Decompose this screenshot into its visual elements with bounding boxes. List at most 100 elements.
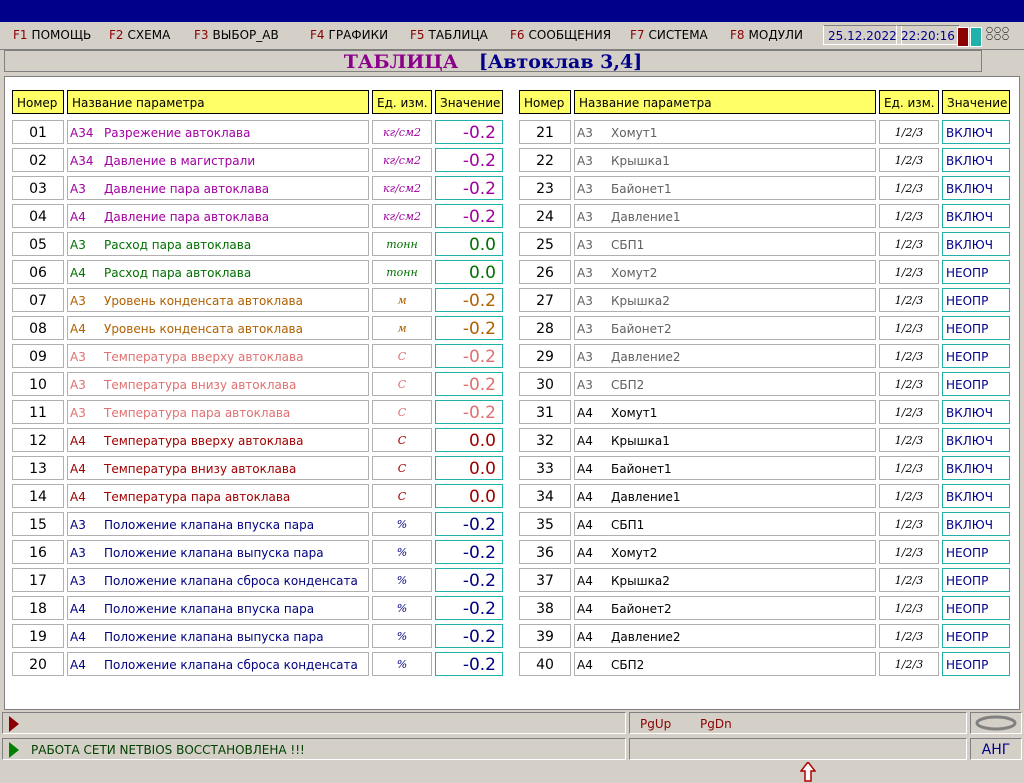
parameter-name-cell[interactable]: А4 Температура пара автоклава — [67, 484, 369, 508]
parameter-state[interactable]: НЕОПР — [942, 288, 1010, 312]
parameter-state[interactable]: ВКЛЮЧ — [942, 428, 1010, 452]
keyboard-layout-indicator[interactable]: АНГ — [970, 738, 1022, 760]
menu-item-f3[interactable]: F3 ВЫБОР_АВ — [194, 28, 279, 42]
parameter-unit: тонн — [372, 232, 432, 256]
parameter-unit: % — [372, 540, 432, 564]
parameter-name-cell[interactable]: А3 Байонет1 — [574, 176, 876, 200]
parameter-name-cell[interactable]: А3 Уровень конденсата автоклава — [67, 288, 369, 312]
parameter-value[interactable]: -0.2 — [435, 540, 503, 564]
parameter-state[interactable]: ВКЛЮЧ — [942, 120, 1010, 144]
parameter-name-cell[interactable]: А4 Хомут2 — [574, 540, 876, 564]
parameter-value[interactable]: -0.2 — [435, 596, 503, 620]
menu-item-f5[interactable]: F5 ТАБЛИЦА — [410, 28, 488, 42]
parameter-name-cell[interactable]: А3 Хомут2 — [574, 260, 876, 284]
parameter-name-cell[interactable]: А4 Температура внизу автоклава — [67, 456, 369, 480]
parameter-name-cell[interactable]: А4 Крышка2 — [574, 568, 876, 592]
parameter-state[interactable]: НЕОПР — [942, 372, 1010, 396]
parameter-value[interactable]: -0.2 — [435, 316, 503, 340]
parameter-state[interactable]: ВКЛЮЧ — [942, 512, 1010, 536]
menu-item-f2[interactable]: F2 СХЕМА — [109, 28, 170, 42]
parameter-name-cell[interactable]: А34 Разрежение автоклава — [67, 120, 369, 144]
parameter-state[interactable]: ВКЛЮЧ — [942, 400, 1010, 424]
parameter-name-cell[interactable]: А3 Байонет2 — [574, 316, 876, 340]
parameter-state[interactable]: ВКЛЮЧ — [942, 484, 1010, 508]
parameter-state[interactable]: НЕОПР — [942, 316, 1010, 340]
parameter-state[interactable]: ВКЛЮЧ — [942, 176, 1010, 200]
parameter-state[interactable]: НЕОПР — [942, 568, 1010, 592]
parameter-state[interactable]: НЕОПР — [942, 596, 1010, 620]
menu-item-f4[interactable]: F4 ГРАФИКИ — [310, 28, 388, 42]
row-number: 25 — [519, 232, 571, 256]
parameter-value[interactable]: -0.2 — [435, 120, 503, 144]
parameter-name-cell[interactable]: А4 Давление1 — [574, 484, 876, 508]
parameter-value[interactable]: -0.2 — [435, 568, 503, 592]
parameter-name-cell[interactable]: А3 СБП2 — [574, 372, 876, 396]
parameter-state[interactable]: ВКЛЮЧ — [942, 232, 1010, 256]
parameter-name: СБП1 — [611, 238, 645, 252]
parameter-value[interactable]: 0.0 — [435, 428, 503, 452]
parameter-name-cell[interactable]: А4 Байонет1 — [574, 456, 876, 480]
parameter-name-cell[interactable]: А3 Положение клапана впуска пара — [67, 512, 369, 536]
network-status-dots-icon[interactable]: ○○○ ○○○ — [986, 26, 1016, 48]
parameter-name-cell[interactable]: А4 Байонет2 — [574, 596, 876, 620]
parameter-name-cell[interactable]: А4 СБП2 — [574, 652, 876, 676]
parameter-value[interactable]: 0.0 — [435, 260, 503, 284]
parameter-name-cell[interactable]: А3 Давление1 — [574, 204, 876, 228]
page-up-button[interactable]: PgUp — [640, 713, 671, 735]
parameter-name-cell[interactable]: А4 Хомут1 — [574, 400, 876, 424]
parameter-state[interactable]: НЕОПР — [942, 540, 1010, 564]
parameter-name-cell[interactable]: А4 Положение клапана выпуска пара — [67, 624, 369, 648]
row-number: 07 — [12, 288, 64, 312]
parameter-value[interactable]: 0.0 — [435, 484, 503, 508]
page-down-button[interactable]: PgDn — [700, 713, 732, 735]
parameter-value[interactable]: -0.2 — [435, 288, 503, 312]
parameter-state[interactable]: НЕОПР — [942, 652, 1010, 676]
menu-item-f7[interactable]: F7 СИСТЕМА — [630, 28, 708, 42]
parameter-name-cell[interactable]: А4 СБП1 — [574, 512, 876, 536]
parameter-name-cell[interactable]: А3 Давление2 — [574, 344, 876, 368]
parameter-name-cell[interactable]: А4 Давление пара автоклава — [67, 204, 369, 228]
parameter-name-cell[interactable]: А4 Положение клапана сброса конденсата — [67, 652, 369, 676]
parameter-value[interactable]: -0.2 — [435, 512, 503, 536]
menu-item-f6[interactable]: F6 СООБЩЕНИЯ — [510, 28, 611, 42]
parameter-name-cell[interactable]: А3 Положение клапана выпуска пара — [67, 540, 369, 564]
parameter-name-cell[interactable]: А4 Уровень конденсата автоклава — [67, 316, 369, 340]
parameter-state[interactable]: ВКЛЮЧ — [942, 456, 1010, 480]
parameter-name-cell[interactable]: А3 Хомут1 — [574, 120, 876, 144]
parameter-name-cell[interactable]: А3 Крышка2 — [574, 288, 876, 312]
parameter-name-cell[interactable]: А3 Крышка1 — [574, 148, 876, 172]
parameter-name-cell[interactable]: А4 Давление2 — [574, 624, 876, 648]
parameter-value[interactable]: -0.2 — [435, 176, 503, 200]
parameter-name-cell[interactable]: А3 СБП1 — [574, 232, 876, 256]
parameter-name-cell[interactable]: А34 Давление в магистрали — [67, 148, 369, 172]
column-header-number: Номер — [12, 90, 64, 114]
parameter-state[interactable]: ВКЛЮЧ — [942, 204, 1010, 228]
menu-item-f1[interactable]: F1 ПОМОЩЬ — [13, 28, 91, 42]
parameter-name-cell[interactable]: А3 Положение клапана сброса конденсата — [67, 568, 369, 592]
parameter-state[interactable]: НЕОПР — [942, 344, 1010, 368]
status-bar-navigation: PgUp PgDn — [0, 712, 1024, 736]
parameter-value[interactable]: -0.2 — [435, 624, 503, 648]
parameter-name-cell[interactable]: А3 Температура пара автоклава — [67, 400, 369, 424]
parameter-name-cell[interactable]: А4 Температура вверху автоклава — [67, 428, 369, 452]
parameter-name-cell[interactable]: А4 Расход пара автоклава — [67, 260, 369, 284]
menu-item-f8[interactable]: F8 МОДУЛИ — [730, 28, 803, 42]
parameter-value[interactable]: -0.2 — [435, 148, 503, 172]
parameter-name-cell[interactable]: А3 Давление пара автоклава — [67, 176, 369, 200]
parameter-value[interactable]: -0.2 — [435, 344, 503, 368]
parameter-value[interactable]: 0.0 — [435, 456, 503, 480]
parameter-group: А3 — [70, 238, 86, 252]
parameter-name-cell[interactable]: А4 Крышка1 — [574, 428, 876, 452]
parameter-state[interactable]: НЕОПР — [942, 260, 1010, 284]
parameter-state[interactable]: НЕОПР — [942, 624, 1010, 648]
parameter-value[interactable]: 0.0 — [435, 232, 503, 256]
parameter-name-cell[interactable]: А3 Расход пара автоклава — [67, 232, 369, 256]
parameter-name-cell[interactable]: А3 Температура внизу автоклава — [67, 372, 369, 396]
parameter-value[interactable]: -0.2 — [435, 372, 503, 396]
parameter-name-cell[interactable]: А3 Температура вверху автоклава — [67, 344, 369, 368]
parameter-value[interactable]: -0.2 — [435, 204, 503, 228]
parameter-value[interactable]: -0.2 — [435, 652, 503, 676]
parameter-state[interactable]: ВКЛЮЧ — [942, 148, 1010, 172]
parameter-name-cell[interactable]: А4 Положение клапана впуска пара — [67, 596, 369, 620]
parameter-value[interactable]: -0.2 — [435, 400, 503, 424]
